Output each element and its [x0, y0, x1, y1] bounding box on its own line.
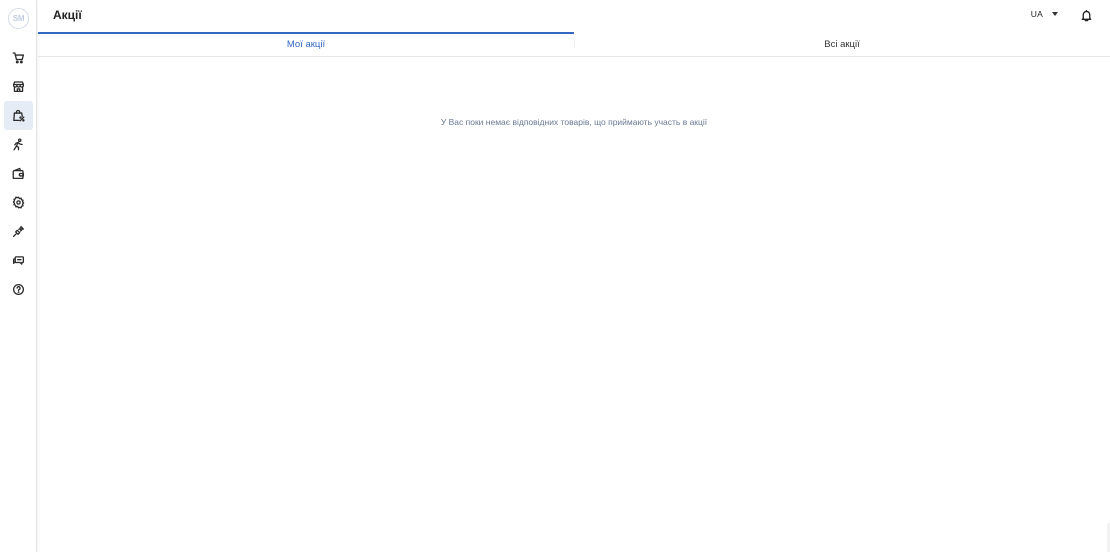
sidebar-item-wallet[interactable]	[4, 159, 33, 188]
app-logo[interactable]: SM	[8, 8, 29, 29]
bell-icon	[1081, 9, 1092, 22]
sidebar-item-help[interactable]	[4, 275, 33, 304]
shopping-bag-percent-icon	[13, 109, 25, 122]
top-bar: Акції UA	[38, 0, 1110, 32]
language-label: UA	[1030, 9, 1043, 19]
chevron-down-icon	[1052, 12, 1058, 16]
gear-icon	[12, 196, 25, 209]
language-selector[interactable]: UA	[1031, 9, 1058, 19]
wallet-icon	[12, 167, 25, 180]
tab-my-promotions[interactable]: Мої акції	[38, 32, 574, 56]
tab-all-promotions[interactable]: Всі акції	[574, 32, 1110, 56]
app-root: SM Акції UA Мої акції Всі акції У Вас по…	[0, 0, 1110, 552]
notifications-button[interactable]	[1080, 9, 1093, 22]
plug-icon	[12, 225, 25, 238]
sidebar-item-delivery[interactable]	[4, 130, 33, 159]
store-icon	[12, 81, 25, 93]
chat-icon	[12, 256, 25, 265]
sidebar-item-promotions[interactable]	[4, 101, 33, 130]
help-icon	[12, 283, 25, 296]
empty-state-message: У Вас поки немає відповідних товарів, що…	[440, 117, 708, 127]
promotion-tabs: Мої акції Всі акції	[38, 32, 1110, 57]
sidebar-item-integrations[interactable]	[4, 217, 33, 246]
cart-icon	[12, 52, 25, 64]
sidebar-item-settings[interactable]	[4, 188, 33, 217]
sidebar: SM	[0, 0, 37, 552]
main-content: У Вас поки немає відповідних товарів, що…	[38, 57, 1110, 552]
sidebar-item-store[interactable]	[4, 72, 33, 101]
page-title: Акції	[53, 8, 82, 22]
sidebar-item-cart[interactable]	[4, 43, 33, 72]
courier-icon	[13, 138, 23, 151]
sidebar-item-messages[interactable]	[4, 246, 33, 275]
